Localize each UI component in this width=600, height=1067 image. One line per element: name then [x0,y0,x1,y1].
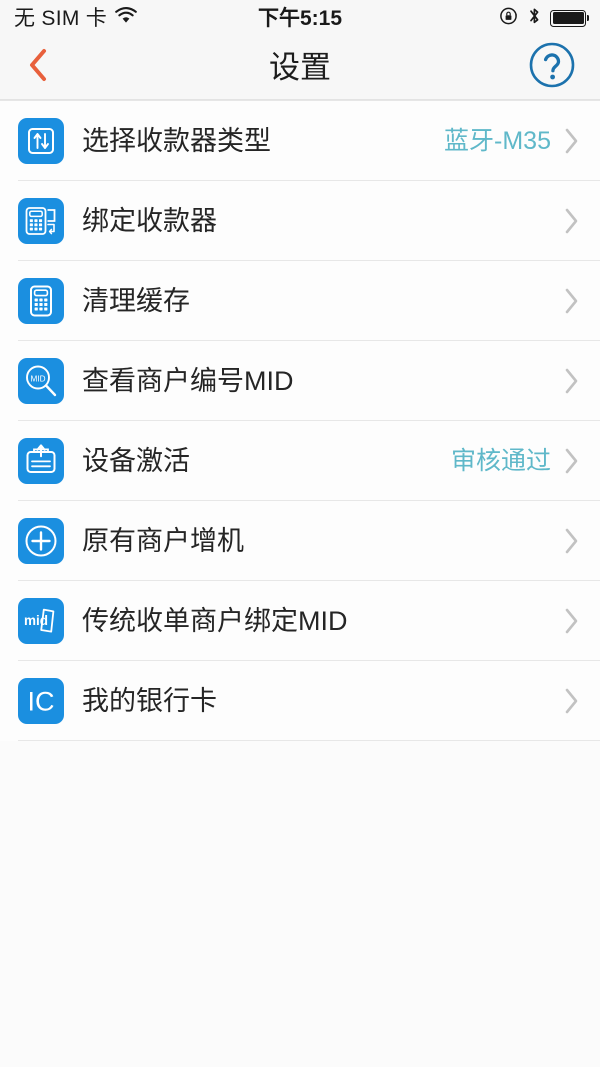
bluetooth-icon [528,6,541,31]
list-item-add-terminal-existing-merchant[interactable]: 原有商户增机 [0,501,600,581]
list-item-legacy-merchant-bind-mid[interactable]: mid 传统收单商户绑定MID [0,581,600,661]
list-item-view-merchant-mid[interactable]: MID 查看商户编号MID [0,341,600,421]
status-bar-right [499,6,589,31]
navigation-bar: 设置 [0,36,600,100]
settings-list: 选择收款器类型 蓝牙-M35 绑定收款器 清理缓存 MID 查看商户编号MID … [0,100,600,741]
device-activate-upload-icon [18,438,64,484]
list-item-device-activation[interactable]: 设备激活 审核通过 [0,421,600,501]
svg-text:IC: IC [28,687,55,717]
status-bar: 无 SIM 卡 下午5:15 [0,0,600,36]
empty-area [0,741,600,1067]
transfer-arrows-square-icon [18,118,64,164]
list-item-bind-reader[interactable]: 绑定收款器 [0,181,600,261]
phone-screen: 无 SIM 卡 下午5:15 设置 选择收款器类型 蓝牙-M35 绑定收款器 清… [0,0,600,1067]
svg-text:MID: MID [30,374,45,383]
plus-circle-icon [18,518,64,564]
pos-terminal-icon [18,198,64,244]
carrier-label: 无 SIM 卡 [14,6,108,30]
ic-card-icon: IC [18,678,64,724]
chevron-right-icon [563,206,580,236]
list-item-label: 原有商户增机 [82,525,244,556]
question-mark-circle-icon [528,41,576,94]
calculator-icon [18,278,64,324]
list-item-label: 传统收单商户绑定MID [82,605,348,636]
page-title: 设置 [269,50,331,85]
list-item-label: 我的银行卡 [82,685,217,716]
chevron-right-icon [563,126,580,156]
list-item-value: 审核通过 [450,446,551,475]
chevron-left-icon [26,46,50,89]
chevron-right-icon [563,606,580,636]
help-button[interactable] [528,41,576,94]
list-item-select-reader-type[interactable]: 选择收款器类型 蓝牙-M35 [0,101,600,181]
list-item-label: 查看商户编号MID [82,365,294,396]
list-item-label: 清理缓存 [82,285,190,316]
chevron-right-icon [563,366,580,396]
chevron-right-icon [563,686,580,716]
status-bar-left: 无 SIM 卡 [14,6,138,30]
list-item-label: 绑定收款器 [82,205,217,236]
list-item-value: 蓝牙-M35 [444,126,551,155]
list-item-label: 选择收款器类型 [82,125,271,156]
list-item-clear-cache[interactable]: 清理缓存 [0,261,600,341]
list-item-my-bank-card[interactable]: IC 我的银行卡 [0,661,600,741]
svg-text:mid: mid [24,613,48,628]
wifi-icon [114,6,138,30]
chevron-right-icon [563,446,580,476]
list-item-label: 设备激活 [82,445,190,476]
back-button[interactable] [0,36,76,100]
chevron-right-icon [563,526,580,556]
rotation-lock-icon [499,6,519,31]
mid-card-icon: mid [18,598,64,644]
battery-full-icon [550,9,589,27]
chevron-right-icon [563,286,580,316]
magnifier-mid-icon: MID [18,358,64,404]
